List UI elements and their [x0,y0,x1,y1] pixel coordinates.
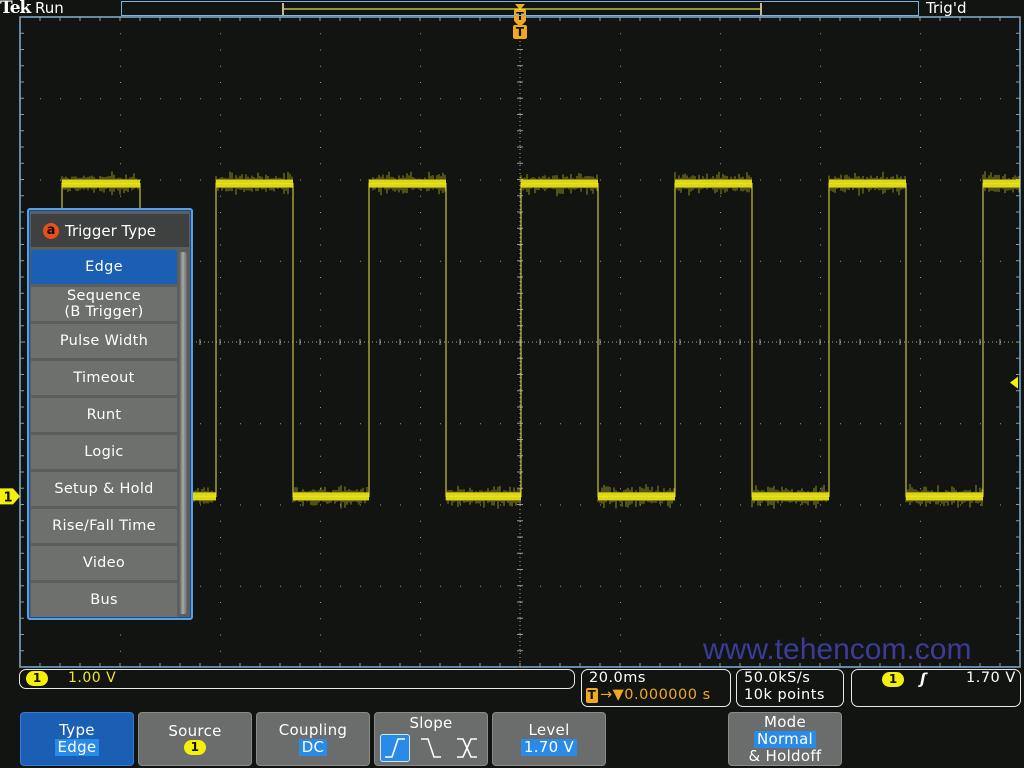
trigger-type-list: Edge Sequence (B Trigger) Pulse Width Timeo… [31,250,177,620]
channel-1-badge: 1 [26,671,48,686]
record-length: 10k points [744,687,825,703]
channel-1-scale: 1.00 V [68,670,117,686]
trigger-type-item-label: Video [82,555,126,571]
channel-1-readout[interactable]: 1 1.00 V [19,669,575,689]
trigger-type-item-label: Logic [84,444,124,460]
waveform-noise-band [829,179,906,188]
trigger-type-item[interactable]: Edge [31,250,177,284]
trigger-level-value: 1.70 V [966,670,1016,686]
trigger-type-item[interactable]: Rise/Fall Time [31,509,177,543]
rising-edge-icon [385,738,405,758]
trigger-source-badge: 1 [882,672,904,687]
either-edge-icon [457,738,477,758]
trigger-type-item[interactable]: Sequence (B Trigger) [31,287,177,321]
level-label: Level [528,721,570,739]
trigger-type-item-label: Pulse Width [59,333,149,349]
watermark: www.tehencom.com [703,633,972,666]
slope-falling-option[interactable] [416,734,446,762]
slope-button[interactable]: Slope [374,712,488,766]
waveform-noise-band [521,179,598,188]
sample-rate: 50.0kS/s [744,670,811,686]
time-per-div: 20.0ms [589,670,646,686]
slope-rising-option[interactable] [380,734,410,762]
mode-label: Mode [763,712,807,731]
rising-edge-icon: ʃ [920,670,927,688]
type-label: Type [59,721,95,739]
waveform-noise-band [752,492,829,501]
waveform-trace [61,182,1020,497]
mode-sub-label: & Holdoff [748,746,822,765]
slope-either-option[interactable] [452,734,482,762]
trigger-type-item[interactable]: Setup & Hold [31,472,177,506]
level-button[interactable]: Level 1.70 V [492,712,606,766]
menu-scrollbar[interactable] [179,252,187,614]
trigger-marker-label: T [516,25,525,39]
mode-value: Normal [753,730,817,748]
waveform-noise-band [983,179,1020,188]
falling-edge-icon [421,738,441,758]
trigger-type-menu: a Trigger Type Edge Sequence (B Trigger) P… [27,208,193,620]
trigger-readout[interactable]: 1 ʃ 1.70 V [851,669,1021,707]
waveform-noise-band [216,179,293,188]
trigger-type-item-label: Edge [85,259,123,275]
coupling-label: Coupling [278,721,348,739]
menu-title-text: Trigger Type [65,221,156,240]
record-view-window [282,3,762,15]
waveform-noise-band [906,492,983,501]
horizontal-readout[interactable]: 20.0ms T →▼0.000000 s [581,669,731,707]
source-button[interactable]: Source 1 [138,712,252,766]
acquisition-state: Run [35,0,64,17]
type-button[interactable]: Type Edge [20,712,134,766]
trigger-type-item-label: Sequence (B Trigger) [64,288,144,320]
trigger-status: Trig'd [926,0,967,17]
channel-1-ground-marker-label: 1 [3,490,12,505]
trigger-type-item[interactable]: Logic [31,435,177,469]
delay-value: →▼0.000000 s [600,687,711,703]
trigger-type-item[interactable]: Video [31,546,177,580]
trigger-type-item-label: Runt [86,407,122,423]
source-channel-badge: 1 [184,740,206,755]
menu-title: a Trigger Type [31,214,189,247]
multipurpose-knob-a-icon: a [43,222,59,239]
trigger-level-arrow-icon [1010,376,1018,389]
waveform-noise-band [598,492,675,501]
trigger-type-item[interactable]: Runt [31,398,177,432]
horizontal-delay: T →▼0.000000 s [586,687,711,703]
trigger-type-item[interactable]: Timeout [31,361,177,395]
level-value: 1.70 V [520,739,578,756]
trigger-type-item[interactable]: Bus [31,583,177,617]
channel-1-waveform [61,171,1020,509]
brand-logo: Tek [0,0,31,18]
trigger-type-item-label: Bus [90,592,118,608]
type-value: Edge [54,739,100,756]
waveform-noise-band [675,179,752,188]
trigger-type-item-label: Setup & Hold [54,481,154,497]
trigger-type-item[interactable]: Pulse Width [31,324,177,358]
mode-holdoff-button[interactable]: Mode Normal & Holdoff [728,712,842,766]
slope-label: Slope [409,714,453,732]
coupling-button[interactable]: Coupling DC [256,712,370,766]
trigger-type-item-label: Timeout [73,370,135,386]
acquisition-readout[interactable]: 50.0kS/s 10k points [736,669,844,707]
waveform-noise-band [369,179,446,188]
coupling-value: DC [298,739,328,756]
trigger-position-icon: T [586,687,598,703]
trigger-type-item-label: Rise/Fall Time [52,518,156,534]
source-label: Source [168,722,222,740]
